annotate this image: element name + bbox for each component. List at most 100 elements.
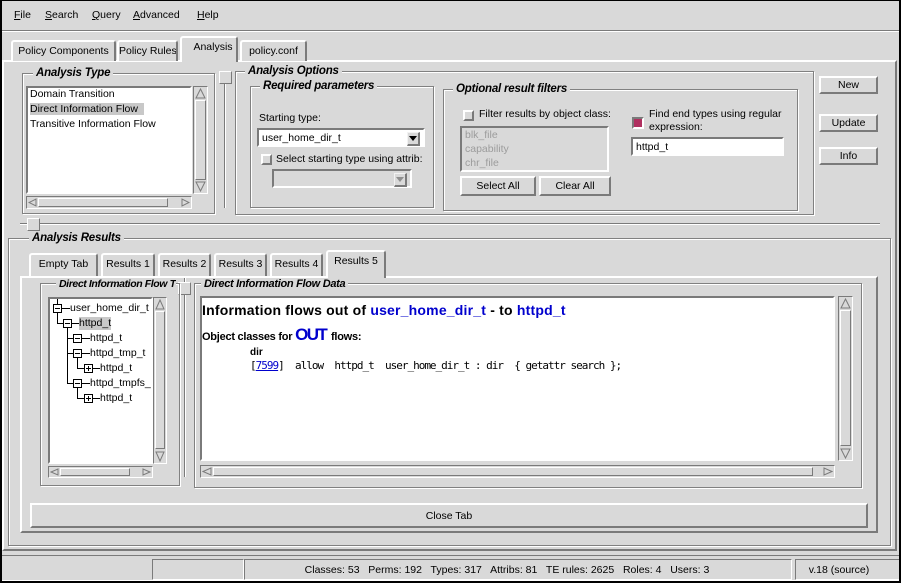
tree-expander-minus[interactable]	[53, 304, 62, 313]
tree-node-label[interactable]: httpd_t	[100, 362, 132, 375]
tree-node-label[interactable]: httpd_tmpfs_	[90, 377, 151, 390]
select-all-button[interactable]: Select All	[460, 176, 536, 196]
scrollbar-thumb[interactable]	[213, 467, 813, 476]
scroll-right-icon[interactable]	[823, 467, 833, 476]
tree-node-label[interactable]: httpd_tmp_t	[90, 347, 145, 360]
tab-label: Policy Components	[18, 45, 108, 57]
rule-id-link[interactable]: 7599	[256, 359, 279, 372]
scrollbar-thumb[interactable]	[60, 468, 130, 476]
clear-all-button[interactable]: Clear All	[539, 176, 611, 196]
horizontal-sash[interactable]	[20, 223, 880, 224]
scroll-up-icon[interactable]	[155, 299, 165, 310]
flow-data-hscroll[interactable]	[200, 465, 835, 478]
scroll-left-icon[interactable]	[202, 467, 212, 476]
tree-connector	[67, 328, 68, 383]
tab-policy-rules[interactable]: Policy Rules	[117, 40, 178, 61]
menu-file[interactable]: File	[14, 9, 31, 21]
scroll-right-icon[interactable]	[181, 198, 190, 207]
tab-results-1[interactable]: Results 1	[101, 253, 155, 276]
scroll-right-icon[interactable]	[142, 468, 151, 476]
analysis-type-title: Analysis Type	[33, 67, 113, 79]
flow-tree-hscroll[interactable]	[48, 466, 153, 478]
tab-label: Results 4	[275, 258, 319, 270]
regex-value: httpd_t	[636, 141, 668, 153]
tab-label: Results 5	[334, 255, 378, 267]
window-border-left	[0, 0, 2, 583]
tab-policy-components[interactable]: Policy Components	[11, 40, 116, 61]
scrollbar-thumb[interactable]	[840, 310, 851, 446]
tree-expander-plus[interactable]	[84, 364, 93, 373]
list-item[interactable]: Domain Transition	[30, 87, 190, 102]
tree-node-label[interactable]: user_home_dir_t	[70, 302, 149, 315]
scroll-down-icon[interactable]	[195, 181, 206, 192]
tree-node-label[interactable]: httpd_t	[79, 317, 111, 330]
scroll-up-icon[interactable]	[840, 298, 851, 309]
analysis-type-listbox[interactable]: Domain Transition Direct Information Flo…	[26, 86, 192, 194]
tree-connector	[77, 358, 78, 368]
scroll-left-icon[interactable]	[28, 198, 37, 207]
new-button[interactable]: New	[819, 76, 878, 94]
tab-label: Empty Tab	[39, 258, 88, 270]
tree-expander-minus[interactable]	[73, 334, 82, 343]
tree-connector	[93, 368, 100, 369]
vertical-sash-handle[interactable]	[219, 71, 232, 84]
list-item-label-selected: Direct Information Flow	[30, 103, 144, 115]
menu-search[interactable]: Search	[45, 9, 78, 21]
scroll-down-icon[interactable]	[840, 448, 851, 459]
vertical-sash[interactable]	[224, 73, 225, 208]
heading-mid: - to	[486, 302, 517, 318]
tab-results-4[interactable]: Results 4	[270, 253, 323, 276]
tree-expander-minus[interactable]	[73, 349, 82, 358]
flow-tree[interactable]: user_home_dir_t httpd_t httpd_t httpd_tmp_t…	[48, 297, 153, 464]
tab-results-3[interactable]: Results 3	[214, 253, 267, 276]
tree-node-label[interactable]: httpd_t	[100, 392, 132, 405]
starting-type-dropdown-button[interactable]	[407, 132, 420, 146]
tree-expander-minus[interactable]	[73, 379, 82, 388]
tab-policy-conf[interactable]: policy.conf	[240, 40, 307, 61]
menu-help[interactable]: Help	[197, 9, 219, 21]
scrollbar-thumb[interactable]	[155, 311, 165, 449]
statusbar-cell-stats: Classes: 53 Perms: 192 Types: 317 Attrib…	[244, 559, 792, 580]
tab-label: Results 2	[163, 258, 207, 270]
scroll-up-icon[interactable]	[195, 88, 206, 99]
tree-connector	[77, 398, 84, 399]
scroll-down-icon[interactable]	[155, 451, 165, 462]
analysis-type-vscroll[interactable]	[193, 86, 208, 194]
tree-connector	[77, 388, 78, 398]
horizontal-sash-handle[interactable]	[27, 218, 40, 231]
close-tab-button[interactable]: Close Tab	[30, 503, 868, 528]
list-item-label: Transitive Information Flow	[30, 118, 156, 130]
regex-label-line2: expression:	[649, 121, 703, 133]
tab-empty-tab[interactable]: Empty Tab	[29, 253, 98, 276]
scrollbar-thumb[interactable]	[195, 100, 206, 180]
tree-expander-plus[interactable]	[84, 394, 93, 403]
list-item[interactable]: Transitive Information Flow	[30, 117, 190, 132]
analysis-type-hscroll[interactable]	[26, 196, 192, 209]
tree-node-label[interactable]: httpd_t	[90, 332, 122, 345]
tab-results-5[interactable]: Results 5	[326, 250, 386, 278]
tree-connector	[72, 323, 79, 324]
attrib-checkbox[interactable]	[261, 154, 272, 165]
filter-by-class-checkbox[interactable]	[463, 110, 474, 121]
scroll-left-icon[interactable]	[50, 468, 59, 476]
flow-tree-vscroll[interactable]	[153, 297, 167, 464]
list-item-selected[interactable]: Direct Information Flow	[30, 102, 190, 117]
tab-analysis[interactable]: Analysis	[180, 36, 238, 62]
statusbar-cell-version: v.18 (source)	[795, 559, 901, 580]
object-class-item: chr_file	[465, 156, 607, 170]
regex-entry[interactable]: httpd_t	[631, 137, 784, 156]
menu-advanced[interactable]: Advanced	[133, 9, 180, 21]
info-button[interactable]: Info	[819, 147, 878, 165]
scrollbar-thumb[interactable]	[38, 198, 168, 207]
results-sash[interactable]	[184, 278, 185, 477]
flow-data-text[interactable]: Information flows out of user_home_dir_t…	[200, 296, 835, 461]
tree-expander-minus[interactable]	[63, 319, 72, 328]
flow-data-vscroll[interactable]	[838, 296, 853, 461]
tab-results-2[interactable]: Results 2	[158, 253, 211, 276]
list-item-label: Domain Transition	[30, 88, 115, 100]
starting-type-combobox[interactable]: user_home_dir_t	[257, 128, 425, 147]
menubar: File Search Query Advanced Help	[2, 1, 899, 31]
menu-query[interactable]: Query	[92, 9, 121, 21]
regex-checkbox[interactable]	[632, 117, 644, 129]
update-button[interactable]: Update	[819, 114, 878, 132]
